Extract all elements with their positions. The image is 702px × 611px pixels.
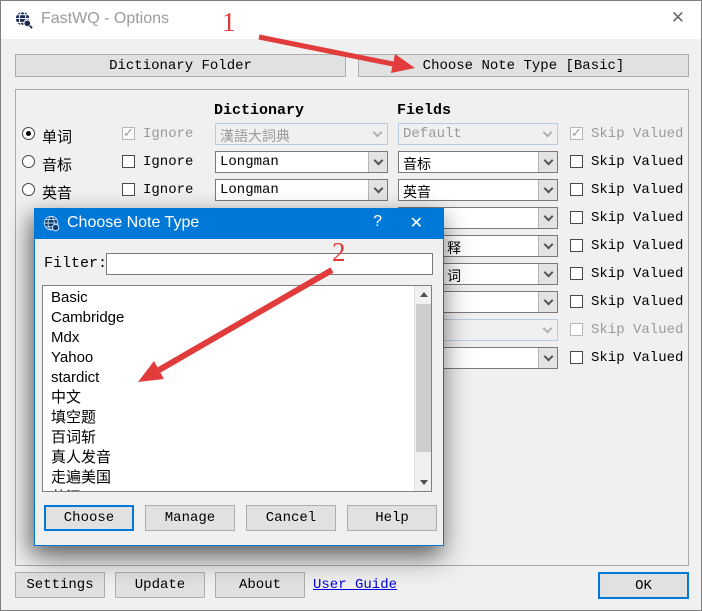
chevron-down-icon (538, 180, 557, 200)
ignore-label: Ignore (143, 126, 193, 142)
ignore-label: Ignore (143, 154, 193, 170)
list-item[interactable]: stardict (43, 368, 414, 388)
skip-valued-label: Skip Valued (591, 294, 683, 310)
list-scrollbar[interactable] (414, 286, 431, 491)
chevron-down-icon (538, 152, 557, 172)
list-item[interactable]: 中文 (43, 388, 414, 408)
scrollbar-thumb[interactable] (416, 304, 431, 452)
skip-valued-label: Skip Valued (591, 126, 683, 142)
choose-note-type-dialog: Choose Note Type ? ✕ Filter: Basic Cambr… (34, 208, 444, 546)
dictionary-dropdown[interactable]: Longman (215, 179, 388, 201)
dictionary-folder-button[interactable]: Dictionary Folder (15, 54, 346, 77)
skip-valued-label: Skip Valued (591, 238, 683, 254)
field-dropdown[interactable]: 音标 (398, 151, 558, 173)
close-icon[interactable]: ✕ (667, 8, 689, 28)
list-item[interactable]: 填空题 (43, 408, 414, 428)
skip-valued-label: Skip Valued (591, 154, 683, 170)
close-icon[interactable]: ✕ (404, 213, 429, 233)
column-header-fields: Fields (397, 102, 451, 119)
chevron-down-icon (538, 292, 557, 312)
word-radio[interactable] (22, 127, 35, 140)
ignore-checkbox[interactable] (122, 183, 135, 196)
settings-button[interactable]: Settings (15, 572, 105, 598)
chevron-down-icon (368, 124, 387, 144)
skip-valued-checkbox[interactable] (570, 183, 583, 196)
filter-input[interactable] (106, 253, 433, 275)
dialog-title: Choose Note Type (67, 214, 199, 232)
chevron-down-icon (538, 124, 557, 144)
phonetic-radio[interactable] (22, 155, 35, 168)
ignore-checkbox[interactable] (122, 127, 135, 140)
skip-valued-label: Skip Valued (591, 350, 683, 366)
ignore-checkbox[interactable] (122, 155, 135, 168)
field-dropdown[interactable]: 英音 (398, 179, 558, 201)
skip-valued-checkbox[interactable] (570, 127, 583, 140)
list-item[interactable]: Basic (43, 288, 414, 308)
update-button[interactable]: Update (115, 572, 205, 598)
skip-valued-label: Skip Valued (591, 322, 683, 338)
help-icon[interactable]: ? (367, 213, 388, 231)
skip-valued-checkbox[interactable] (570, 239, 583, 252)
fastwq-options-window: FastWQ - Options ✕ Dictionary Folder Cho… (0, 0, 702, 611)
chevron-down-icon (538, 264, 557, 284)
skip-valued-label: Skip Valued (591, 182, 683, 198)
window-title: FastWQ - Options (41, 10, 169, 28)
title-bar: FastWQ - Options ✕ (1, 1, 701, 39)
row-label: 单词 (42, 126, 72, 147)
skip-valued-checkbox[interactable] (570, 155, 583, 168)
list-item[interactable]: 真人发音 (43, 448, 414, 468)
filter-label: Filter: (44, 255, 107, 272)
help-button[interactable]: Help (347, 505, 437, 531)
list-item[interactable]: Cambridge (43, 308, 414, 328)
choose-note-type-button[interactable]: Choose Note Type [Basic] (358, 54, 689, 77)
list-item[interactable]: 百词斩 (43, 428, 414, 448)
user-guide-link[interactable]: User Guide (313, 577, 397, 593)
fastwq-globe-icon (43, 215, 61, 233)
skip-valued-checkbox[interactable] (570, 211, 583, 224)
uk-audio-radio[interactable] (22, 183, 35, 196)
chevron-down-icon (368, 180, 387, 200)
dialog-title-bar: Choose Note Type ? ✕ (35, 209, 443, 239)
chevron-down-icon (368, 152, 387, 172)
fastwq-globe-icon (14, 10, 33, 29)
chevron-down-icon (538, 208, 557, 228)
ignore-label: Ignore (143, 182, 193, 198)
column-header-dictionary: Dictionary (214, 102, 304, 119)
chevron-down-icon (538, 348, 557, 368)
note-type-list: Basic Cambridge Mdx Yahoo stardict 中文 填空… (42, 285, 432, 492)
ok-button[interactable]: OK (598, 572, 689, 599)
list-item[interactable]: Mdx (43, 328, 414, 348)
skip-valued-checkbox[interactable] (570, 267, 583, 280)
skip-valued-checkbox[interactable] (570, 323, 583, 336)
skip-valued-checkbox[interactable] (570, 351, 583, 364)
scroll-up-icon[interactable] (415, 286, 432, 303)
skip-valued-checkbox[interactable] (570, 295, 583, 308)
skip-valued-label: Skip Valued (591, 266, 683, 282)
chevron-down-icon (538, 236, 557, 256)
about-button[interactable]: About (215, 572, 305, 598)
skip-valued-label: Skip Valued (591, 210, 683, 226)
list-item[interactable]: Yahoo (43, 348, 414, 368)
list-item[interactable]: 英汉 (43, 488, 414, 492)
choose-button[interactable]: Choose (44, 505, 134, 531)
manage-button[interactable]: Manage (145, 505, 235, 531)
cancel-button[interactable]: Cancel (246, 505, 336, 531)
row-label: 音标 (42, 154, 72, 175)
field-dropdown[interactable]: Default (398, 123, 558, 145)
scroll-down-icon[interactable] (415, 474, 432, 491)
chevron-down-icon (538, 320, 557, 340)
row-label: 英音 (42, 182, 72, 203)
dictionary-dropdown[interactable]: 漢語大詞典 (215, 123, 388, 145)
list-item[interactable]: 走遍美国 (43, 468, 414, 488)
dictionary-dropdown[interactable]: Longman (215, 151, 388, 173)
